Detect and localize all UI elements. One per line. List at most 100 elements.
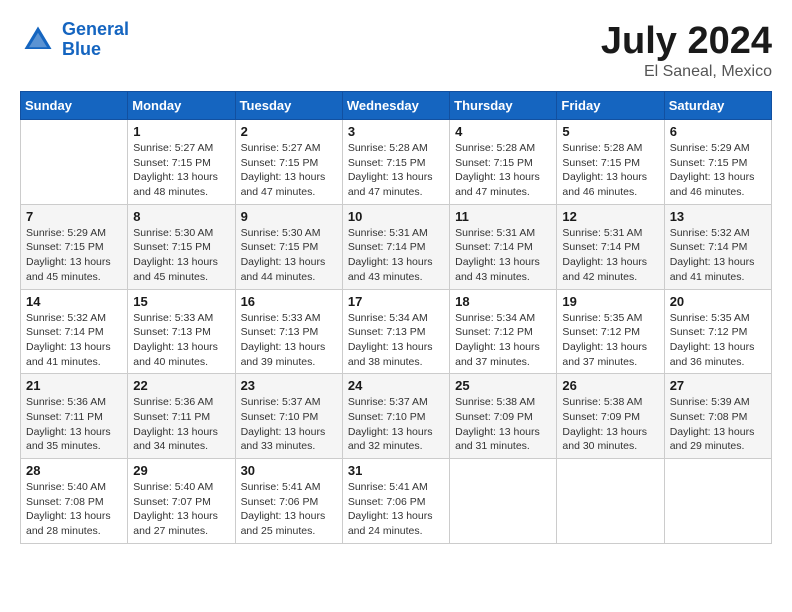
day-cell: 14Sunrise: 5:32 AMSunset: 7:14 PMDayligh…	[21, 289, 128, 374]
day-info: Sunrise: 5:41 AMSunset: 7:06 PMDaylight:…	[241, 480, 337, 539]
weekday-header-monday: Monday	[128, 92, 235, 120]
day-number: 8	[133, 209, 229, 224]
week-row-1: 1 Sunrise: 5:27 AMSunset: 7:15 PMDaylight…	[21, 120, 772, 205]
day-number: 29	[133, 463, 229, 478]
day-cell: 18 Sunrise: 5:34 AMSunset: 7:12 PMDayligh…	[450, 289, 557, 374]
day-cell: 9 Sunrise: 5:30 AMSunset: 7:15 PMDaylight…	[235, 204, 342, 289]
day-cell	[450, 459, 557, 544]
day-cell: 8 Sunrise: 5:30 AMSunset: 7:15 PMDaylight…	[128, 204, 235, 289]
day-info: Sunrise: 5:40 AMSunset: 7:08 PMDaylight:…	[26, 480, 122, 539]
day-info: Sunrise: 5:28 AMSunset: 7:15 PMDaylight:…	[348, 141, 444, 200]
day-cell	[557, 459, 664, 544]
day-number: 22	[133, 378, 229, 393]
day-info: Sunrise: 5:28 AMSunset: 7:15 PMDaylight:…	[562, 141, 658, 200]
day-cell: 29Sunrise: 5:40 AMSunset: 7:07 PMDayligh…	[128, 459, 235, 544]
day-number: 5	[562, 124, 658, 139]
day-info: Sunrise: 5:35 AMSunset: 7:12 PMDaylight:…	[670, 311, 766, 370]
day-number: 4	[455, 124, 551, 139]
day-number: 13	[670, 209, 766, 224]
day-number: 17	[348, 294, 444, 309]
day-cell: 31Sunrise: 5:41 AMSunset: 7:06 PMDayligh…	[342, 459, 449, 544]
day-info: Sunrise: 5:39 AMSunset: 7:08 PMDaylight:…	[670, 395, 766, 454]
day-info: Sunrise: 5:38 AMSunset: 7:09 PMDaylight:…	[455, 395, 551, 454]
day-number: 7	[26, 209, 122, 224]
day-info: Sunrise: 5:30 AMSunset: 7:15 PMDaylight:…	[241, 226, 337, 285]
week-row-4: 21Sunrise: 5:36 AMSunset: 7:11 PMDayligh…	[21, 374, 772, 459]
day-cell: 6Sunrise: 5:29 AMSunset: 7:15 PMDaylight…	[664, 120, 771, 205]
day-cell: 13 Sunrise: 5:32 AMSunset: 7:14 PMDayligh…	[664, 204, 771, 289]
day-info: Sunrise: 5:27 AMSunset: 7:15 PMDaylight:…	[241, 141, 337, 200]
day-info: Sunrise: 5:36 AMSunset: 7:11 PMDaylight:…	[26, 395, 122, 454]
day-number: 10	[348, 209, 444, 224]
day-number: 15	[133, 294, 229, 309]
day-number: 12	[562, 209, 658, 224]
day-cell: 25 Sunrise: 5:38 AMSunset: 7:09 PMDayligh…	[450, 374, 557, 459]
day-cell: 12Sunrise: 5:31 AMSunset: 7:14 PMDayligh…	[557, 204, 664, 289]
day-info: Sunrise: 5:34 AMSunset: 7:13 PMDaylight:…	[348, 311, 444, 370]
day-number: 3	[348, 124, 444, 139]
day-number: 25	[455, 378, 551, 393]
day-number: 19	[562, 294, 658, 309]
day-number: 14	[26, 294, 122, 309]
day-number: 9	[241, 209, 337, 224]
weekday-header-row: SundayMondayTuesdayWednesdayThursdayFrid…	[21, 92, 772, 120]
day-cell: 17 Sunrise: 5:34 AMSunset: 7:13 PMDayligh…	[342, 289, 449, 374]
day-number: 26	[562, 378, 658, 393]
day-cell: 24Sunrise: 5:37 AMSunset: 7:10 PMDayligh…	[342, 374, 449, 459]
day-number: 1	[133, 124, 229, 139]
weekday-header-sunday: Sunday	[21, 92, 128, 120]
day-number: 24	[348, 378, 444, 393]
day-number: 27	[670, 378, 766, 393]
day-info: Sunrise: 5:31 AMSunset: 7:14 PMDaylight:…	[455, 226, 551, 285]
weekday-header-friday: Friday	[557, 92, 664, 120]
day-info: Sunrise: 5:33 AMSunset: 7:13 PMDaylight:…	[133, 311, 229, 370]
day-info: Sunrise: 5:32 AMSunset: 7:14 PMDaylight:…	[670, 226, 766, 285]
day-cell	[664, 459, 771, 544]
day-cell: 27 Sunrise: 5:39 AMSunset: 7:08 PMDayligh…	[664, 374, 771, 459]
header: General Blue July 2024 El Saneal, Mexico	[20, 20, 772, 81]
day-number: 18	[455, 294, 551, 309]
weekday-header-thursday: Thursday	[450, 92, 557, 120]
day-info: Sunrise: 5:37 AMSunset: 7:10 PMDaylight:…	[241, 395, 337, 454]
day-cell: 20Sunrise: 5:35 AMSunset: 7:12 PMDayligh…	[664, 289, 771, 374]
day-info: Sunrise: 5:29 AMSunset: 7:15 PMDaylight:…	[26, 226, 122, 285]
day-info: Sunrise: 5:36 AMSunset: 7:11 PMDaylight:…	[133, 395, 229, 454]
day-info: Sunrise: 5:34 AMSunset: 7:12 PMDaylight:…	[455, 311, 551, 370]
logo: General Blue	[20, 20, 129, 60]
day-info: Sunrise: 5:30 AMSunset: 7:15 PMDaylight:…	[133, 226, 229, 285]
logo-line2: Blue	[62, 39, 101, 59]
day-cell: 28 Sunrise: 5:40 AMSunset: 7:08 PMDayligh…	[21, 459, 128, 544]
day-info: Sunrise: 5:35 AMSunset: 7:12 PMDaylight:…	[562, 311, 658, 370]
day-cell: 7 Sunrise: 5:29 AMSunset: 7:15 PMDaylight…	[21, 204, 128, 289]
weekday-header-saturday: Saturday	[664, 92, 771, 120]
day-cell: 10 Sunrise: 5:31 AMSunset: 7:14 PMDayligh…	[342, 204, 449, 289]
day-info: Sunrise: 5:27 AMSunset: 7:15 PMDaylight:…	[133, 141, 229, 200]
week-row-2: 7 Sunrise: 5:29 AMSunset: 7:15 PMDaylight…	[21, 204, 772, 289]
day-number: 23	[241, 378, 337, 393]
day-cell: 11 Sunrise: 5:31 AMSunset: 7:14 PMDayligh…	[450, 204, 557, 289]
day-cell: 4 Sunrise: 5:28 AMSunset: 7:15 PMDaylight…	[450, 120, 557, 205]
day-info: Sunrise: 5:38 AMSunset: 7:09 PMDaylight:…	[562, 395, 658, 454]
day-cell: 3 Sunrise: 5:28 AMSunset: 7:15 PMDaylight…	[342, 120, 449, 205]
day-cell: 1 Sunrise: 5:27 AMSunset: 7:15 PMDaylight…	[128, 120, 235, 205]
day-number: 2	[241, 124, 337, 139]
day-number: 11	[455, 209, 551, 224]
day-info: Sunrise: 5:28 AMSunset: 7:15 PMDaylight:…	[455, 141, 551, 200]
title-area: July 2024 El Saneal, Mexico	[601, 20, 772, 81]
day-number: 28	[26, 463, 122, 478]
day-cell	[21, 120, 128, 205]
weekday-header-tuesday: Tuesday	[235, 92, 342, 120]
day-cell: 5 Sunrise: 5:28 AMSunset: 7:15 PMDaylight…	[557, 120, 664, 205]
day-info: Sunrise: 5:41 AMSunset: 7:06 PMDaylight:…	[348, 480, 444, 539]
day-info: Sunrise: 5:31 AMSunset: 7:14 PMDaylight:…	[348, 226, 444, 285]
logo-line1: General	[62, 19, 129, 39]
day-cell: 21Sunrise: 5:36 AMSunset: 7:11 PMDayligh…	[21, 374, 128, 459]
calendar-title: July 2024	[601, 20, 772, 63]
day-cell: 30Sunrise: 5:41 AMSunset: 7:06 PMDayligh…	[235, 459, 342, 544]
calendar-table: SundayMondayTuesdayWednesdayThursdayFrid…	[20, 91, 772, 544]
week-row-5: 28 Sunrise: 5:40 AMSunset: 7:08 PMDayligh…	[21, 459, 772, 544]
weekday-header-wednesday: Wednesday	[342, 92, 449, 120]
day-info: Sunrise: 5:33 AMSunset: 7:13 PMDaylight:…	[241, 311, 337, 370]
logo-icon	[20, 22, 56, 58]
calendar-subtitle: El Saneal, Mexico	[601, 63, 772, 81]
